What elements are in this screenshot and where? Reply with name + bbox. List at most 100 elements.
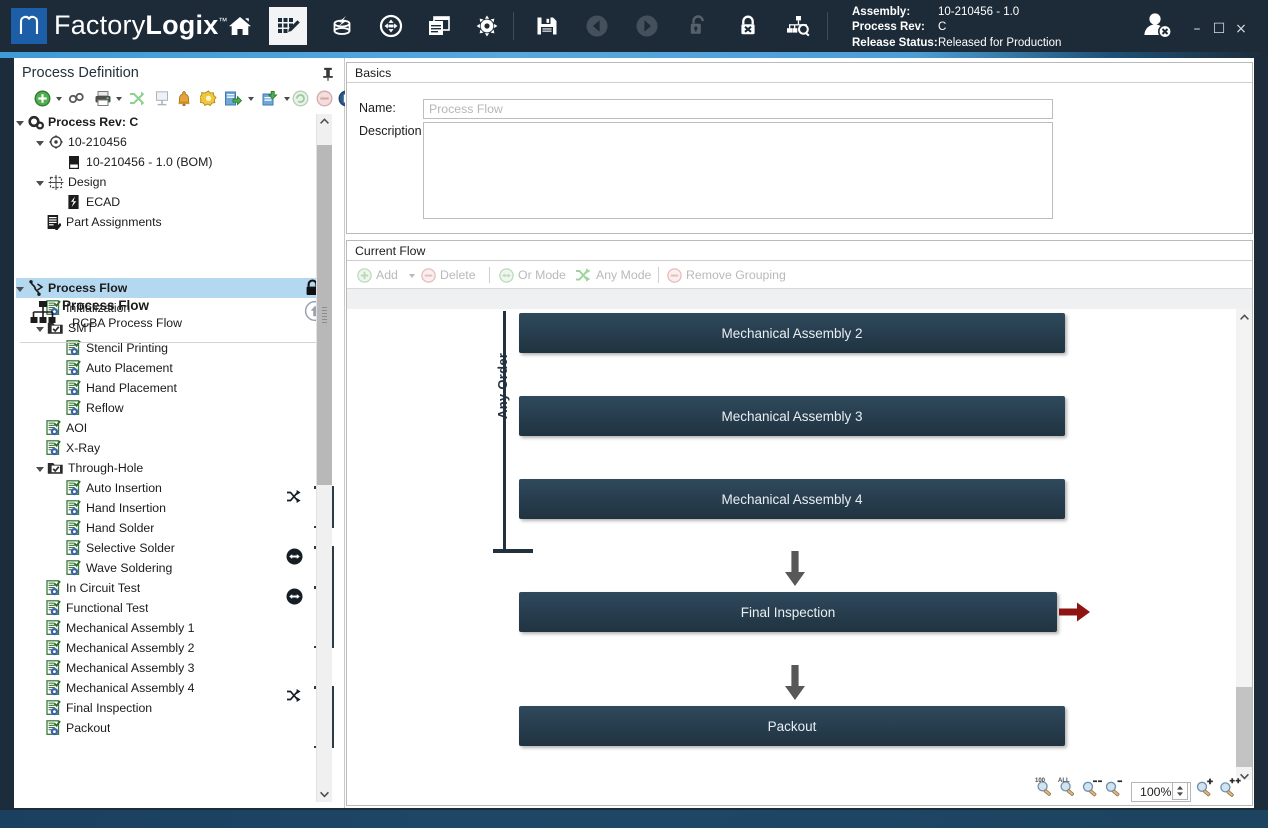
- tree-item-mechanical-assembly-2[interactable]: Mechanical Assembly 2: [16, 638, 326, 658]
- add-dropdown-caret[interactable]: [409, 274, 415, 278]
- export-dropdown-caret[interactable]: [248, 97, 254, 101]
- forward-icon[interactable]: [628, 7, 666, 45]
- canvas-scrollbar-thumb[interactable]: [1236, 687, 1252, 767]
- tree-item-hand-insertion[interactable]: Hand Insertion: [16, 498, 326, 518]
- remove-grouping-button[interactable]: Remove Grouping: [667, 266, 786, 284]
- any-mode-button[interactable]: Any Mode: [575, 266, 651, 284]
- tree-item-ecad[interactable]: ECAD: [16, 192, 326, 212]
- process-definition-icon[interactable]: [269, 7, 307, 45]
- tree-expander-icon[interactable]: [36, 141, 44, 146]
- close-button[interactable]: ×: [1232, 22, 1250, 36]
- tree-expander-icon[interactable]: [36, 181, 44, 186]
- home-icon[interactable]: [221, 7, 259, 45]
- brand-bold: Logix: [145, 10, 218, 40]
- settings-gear-icon[interactable]: [468, 7, 506, 45]
- tree-item-final-inspection[interactable]: Final Inspection: [16, 698, 326, 718]
- settings-star-icon[interactable]: [200, 90, 220, 110]
- flow-node-label: Packout: [768, 719, 817, 734]
- tree-item-auto-insertion[interactable]: Auto Insertion: [16, 478, 326, 498]
- tree-expander-icon[interactable]: [16, 287, 24, 292]
- tree-item-through-hole[interactable]: Through-Hole: [16, 458, 326, 478]
- delete-button[interactable]: Delete: [421, 266, 476, 284]
- save-icon[interactable]: [528, 7, 566, 45]
- print-icon[interactable]: [94, 90, 114, 110]
- tree-item-10-210456-1-0-bom[interactable]: 10-210456 - 1.0 (BOM): [16, 152, 326, 172]
- refresh-icon[interactable]: [292, 90, 312, 110]
- tree-item-label: Stencil Printing: [86, 341, 168, 355]
- tree-item-process-flow[interactable]: Process Flow: [16, 278, 326, 298]
- pin-icon[interactable]: [322, 67, 334, 86]
- zoom-in-fast-button[interactable]: [1218, 777, 1242, 802]
- flow-node-mechanical-assembly-2[interactable]: Mechanical Assembly 2: [519, 313, 1065, 353]
- tree-item-label: Final Inspection: [66, 701, 152, 715]
- zoom-100-button[interactable]: 100: [1034, 777, 1056, 802]
- zoom-out-fast-button[interactable]: [1080, 777, 1102, 802]
- tree-item-design[interactable]: Design: [16, 172, 326, 192]
- tree-item-x-ray[interactable]: X-Ray: [16, 438, 326, 458]
- bell-icon[interactable]: [176, 90, 196, 110]
- add-button[interactable]: Add: [357, 266, 398, 284]
- tree-item-reflow[interactable]: Reflow: [16, 398, 326, 418]
- user-logout-icon[interactable]: [1140, 10, 1174, 45]
- back-icon[interactable]: [578, 7, 616, 45]
- tree-item-part-assignments[interactable]: Part Assignments: [16, 212, 326, 232]
- maximize-button[interactable]: ☐: [1210, 22, 1228, 36]
- canvas-scrollbar[interactable]: [1236, 309, 1252, 784]
- tree-item-label: Hand Solder: [86, 521, 154, 535]
- add-icon[interactable]: [34, 90, 54, 110]
- tree-item-packout[interactable]: Packout: [16, 718, 326, 738]
- tree-item-10-210456[interactable]: 10-210456: [16, 132, 326, 152]
- tree-item-mechanical-assembly-3[interactable]: Mechanical Assembly 3: [16, 658, 326, 678]
- tree-item-mechanical-assembly-1[interactable]: Mechanical Assembly 1: [16, 618, 326, 638]
- board-icon[interactable]: [154, 90, 174, 110]
- tree-item-auto-placement[interactable]: Auto Placement: [16, 358, 326, 378]
- flow-node-packout[interactable]: Packout: [519, 706, 1065, 746]
- flow-node-mechanical-assembly-3[interactable]: Mechanical Assembly 3: [519, 396, 1065, 436]
- unlock-icon[interactable]: [679, 7, 717, 45]
- tree-scroll-down-button[interactable]: [317, 787, 332, 802]
- lock-clear-icon[interactable]: [729, 7, 767, 45]
- minimize-button[interactable]: –: [1188, 22, 1206, 36]
- import-icon[interactable]: [260, 90, 280, 110]
- bom-icon: [65, 154, 82, 170]
- flow-node-final-inspection[interactable]: Final Inspection: [519, 592, 1057, 632]
- tree-expander-icon[interactable]: [36, 467, 44, 472]
- tree-item-selective-solder[interactable]: Selective Solder: [16, 538, 326, 558]
- zoom-stepper[interactable]: [1172, 782, 1188, 800]
- tree-expander-icon[interactable]: [16, 121, 24, 126]
- tree-item-hand-placement[interactable]: Hand Placement: [16, 378, 326, 398]
- content-area: Process Definition: [14, 58, 1254, 808]
- part-assignments-icon: [45, 214, 62, 230]
- zoom-all-button[interactable]: ALL: [1057, 777, 1079, 802]
- add-dropdown-caret[interactable]: [56, 97, 62, 101]
- tree-item-hand-solder[interactable]: Hand Solder: [16, 518, 326, 538]
- tree-item-wave-soldering[interactable]: Wave Soldering: [16, 558, 326, 578]
- link-icon[interactable]: [68, 90, 88, 110]
- flow-node-mechanical-assembly-4[interactable]: Mechanical Assembly 4: [519, 479, 1065, 519]
- or-mode-button[interactable]: Or Mode: [499, 266, 566, 284]
- navigate-icon[interactable]: [372, 7, 410, 45]
- windows-icon[interactable]: [420, 7, 458, 45]
- name-input[interactable]: [423, 99, 1053, 119]
- basics-caption: Basics: [347, 63, 1252, 83]
- tree-scroll-up-button[interactable]: [317, 114, 332, 129]
- flow-canvas[interactable]: Any Order Mechanical Assembly 2 Mechanic…: [347, 309, 1235, 784]
- tree-item-in-circuit-test[interactable]: In Circuit Test: [16, 578, 326, 598]
- audit-search-icon[interactable]: [779, 7, 817, 45]
- export-icon[interactable]: [224, 90, 244, 110]
- tree-item-mechanical-assembly-4[interactable]: Mechanical Assembly 4: [16, 678, 326, 698]
- canvas-scroll-up-button[interactable]: [1236, 309, 1252, 325]
- stop-icon[interactable]: [316, 90, 336, 110]
- tree-item-aoi[interactable]: AOI: [16, 418, 326, 438]
- tree-scrollbar-grip[interactable]: [322, 307, 327, 323]
- zoom-out-button[interactable]: [1103, 777, 1125, 802]
- materials-icon[interactable]: [323, 7, 361, 45]
- tree-item-functional-test[interactable]: Functional Test: [16, 598, 326, 618]
- tree-scrollbar[interactable]: [316, 114, 332, 802]
- tree-item-process-rev-c[interactable]: Process Rev: C: [16, 112, 326, 132]
- print-dropdown-caret[interactable]: [116, 97, 122, 101]
- import-dropdown-caret[interactable]: [284, 97, 290, 101]
- description-input[interactable]: [423, 122, 1053, 219]
- zoom-in-button[interactable]: [1194, 777, 1216, 802]
- shuffle-icon[interactable]: [128, 90, 148, 110]
